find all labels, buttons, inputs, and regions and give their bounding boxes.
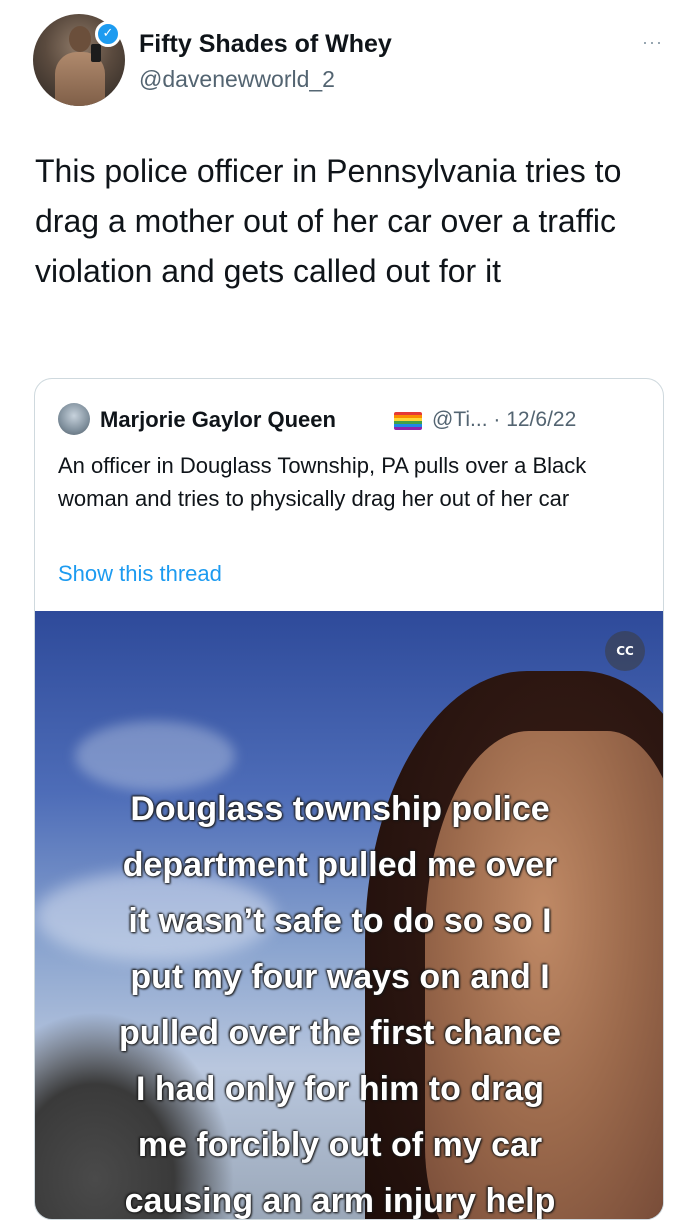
author-handle[interactable]: @davenewworld_2 — [139, 66, 335, 93]
tweet-text: This police officer in Pennsylvania trie… — [35, 153, 622, 289]
quoted-tweet-meta: @Ti... · 12/6/22 — [432, 408, 577, 431]
quoted-tweet-card[interactable]: Marjorie Gaylor Queen @Ti... · 12/6/22 A… — [34, 378, 664, 1220]
author-display-name[interactable]: Fifty Shades of Whey — [139, 30, 392, 59]
avatar-head-shape — [69, 26, 91, 52]
avatar-phone-shape — [91, 44, 101, 62]
tweet-header: ✓ Fifty Shades of Whey @davenewworld_2 ·… — [33, 14, 663, 106]
quoted-author-name: Marjorie Gaylor Queen — [100, 407, 336, 432]
video-caption: Douglass township police department pull… — [118, 790, 562, 1220]
video-player[interactable]: CC Douglass township police department p… — [35, 611, 663, 1220]
quoted-author-avatar[interactable] — [58, 403, 90, 435]
closed-captions-icon[interactable]: CC — [605, 631, 645, 671]
show-thread-link[interactable]: Show this thread — [58, 561, 222, 587]
rainbow-flag-icon — [394, 412, 422, 430]
verified-badge-icon: ✓ — [95, 21, 121, 47]
more-options-icon[interactable]: ··· — [642, 32, 663, 53]
quoted-tweet-text: An officer in Douglass Township, PA pull… — [58, 453, 587, 511]
